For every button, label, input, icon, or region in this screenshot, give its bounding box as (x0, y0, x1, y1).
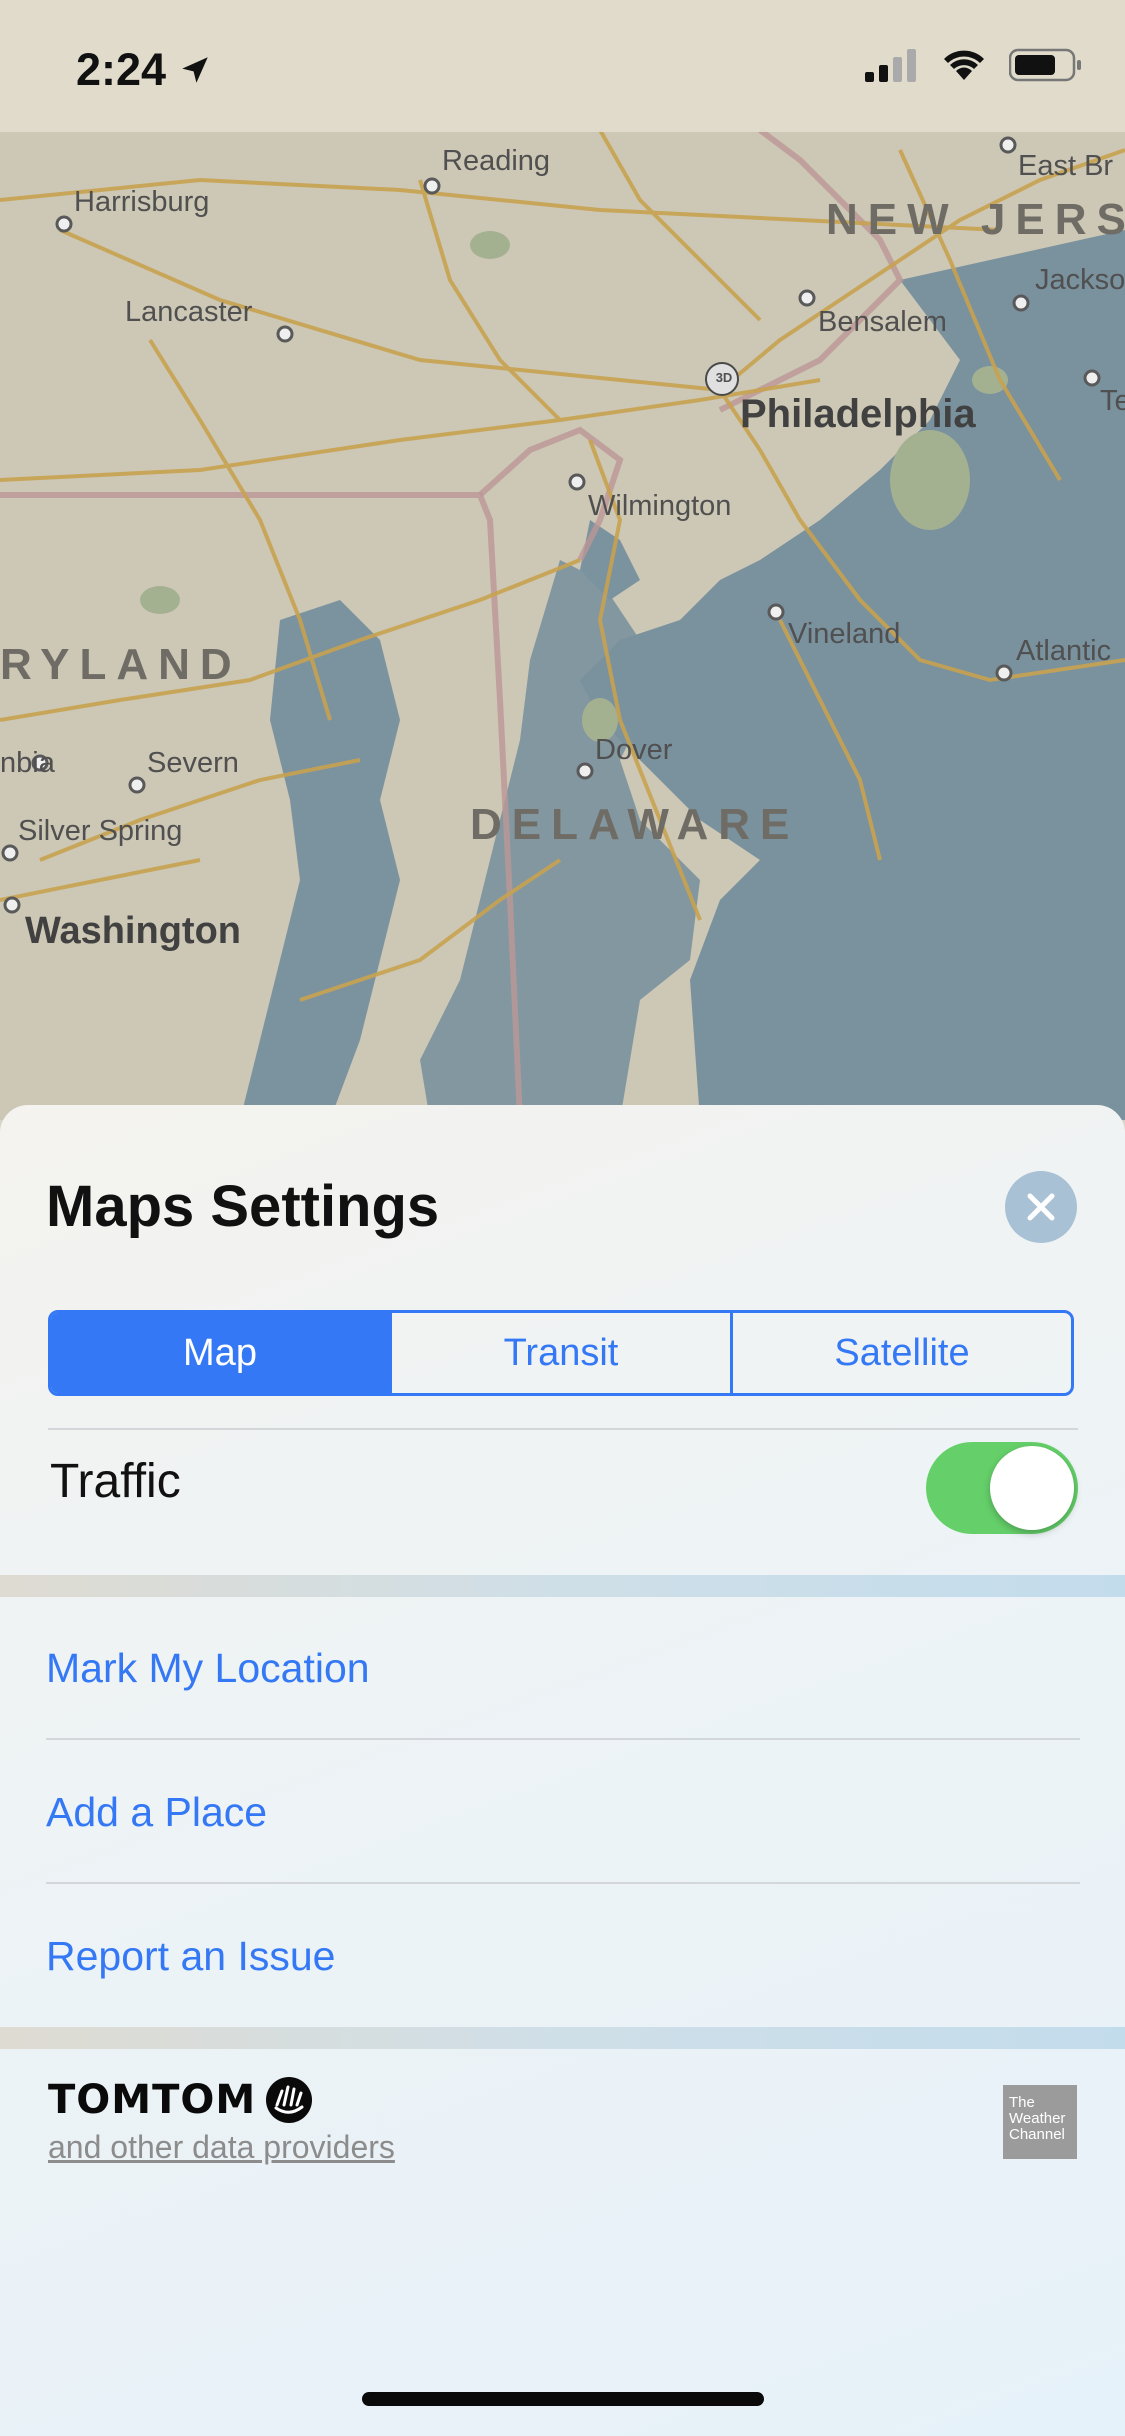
home-indicator (362, 2392, 764, 2406)
sheet-title: Maps Settings (46, 1174, 440, 1239)
status-time: 2:24 (76, 44, 167, 95)
battery-icon (1009, 48, 1081, 82)
tab-transit[interactable]: Transit (389, 1313, 730, 1393)
map-view[interactable]: 3D Reading East Br Harrisburg Lancaster … (0, 0, 1125, 1120)
tab-map[interactable]: Map (51, 1313, 389, 1393)
maps-settings-sheet: Maps Settings Map Transit Satellite Traf… (0, 1105, 1125, 2436)
data-providers-link[interactable]: and other data providers (48, 2129, 395, 2166)
toggle-knob (990, 1446, 1074, 1530)
divider (46, 1738, 1080, 1740)
close-icon (1027, 1193, 1055, 1221)
section-separator (0, 1575, 1125, 1597)
map-dim-overlay (0, 0, 1125, 1120)
attribution-footer: TOMTOM and other data providers (48, 2075, 395, 2166)
traffic-toggle[interactable] (926, 1442, 1078, 1534)
status-bar: 2:24 (0, 0, 1125, 132)
traffic-row: Traffic (48, 1430, 1078, 1540)
cellular-signal-icon (865, 49, 916, 82)
close-button[interactable] (1005, 1171, 1077, 1243)
tab-satellite[interactable]: Satellite (730, 1313, 1071, 1393)
add-a-place-button[interactable]: Add a Place (46, 1789, 267, 1836)
divider (46, 1882, 1080, 1884)
tomtom-hand-icon (266, 2077, 313, 2123)
location-arrow-icon (182, 57, 208, 83)
wifi-icon (944, 50, 984, 80)
mark-my-location-button[interactable]: Mark My Location (46, 1645, 370, 1692)
tomtom-logo-text: TOMTOM (48, 2077, 257, 2123)
weather-channel-logo[interactable]: The Weather Channel (1003, 2085, 1077, 2159)
report-an-issue-button[interactable]: Report an Issue (46, 1933, 335, 1980)
traffic-label: Traffic (50, 1455, 181, 1508)
map-type-segmented-control: Map Transit Satellite (48, 1310, 1074, 1396)
tomtom-logo: TOMTOM (48, 2075, 395, 2125)
section-separator (0, 2027, 1125, 2049)
